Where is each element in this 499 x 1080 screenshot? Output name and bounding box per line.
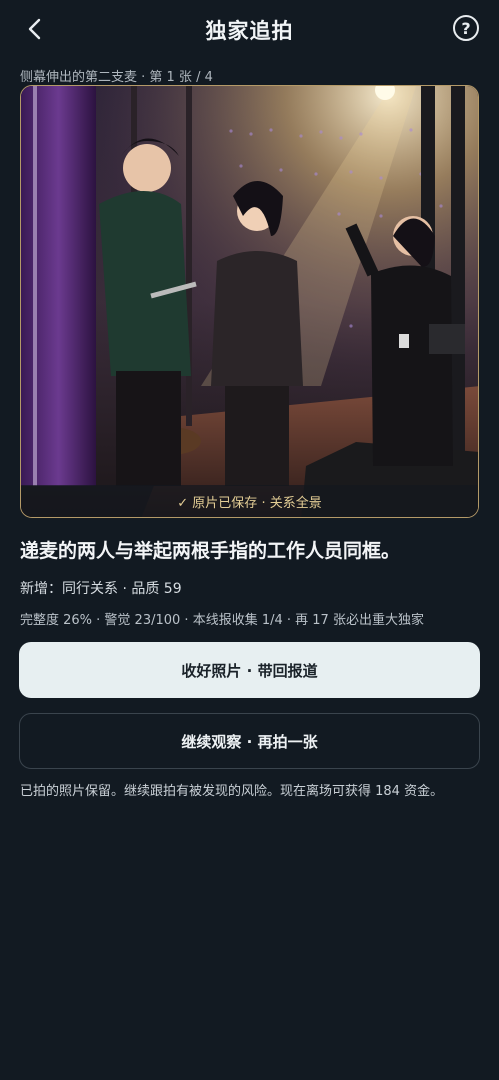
risk-note: 已拍的照片保留。继续跟拍有被发现的风险。现在离场可获得 184 资金。 xyxy=(20,784,444,799)
stage-photo xyxy=(21,86,478,517)
question-circle-icon: ? xyxy=(461,18,471,38)
new-gain-line: 新增：同行关系 · 品质 59 xyxy=(20,581,182,597)
continue-shooting-button[interactable]: 继续观察 · 再拍一张 xyxy=(19,713,480,769)
page-title: 独家追拍 xyxy=(205,19,294,43)
photo-headline: 递麦的两人与举起两根手指的工作人员同框。 xyxy=(20,540,401,562)
help-button[interactable]: ? xyxy=(453,15,479,41)
top-bar: 独家追拍 ? xyxy=(0,0,499,60)
progress-stats-line: 完整度 26% · 警觉 23/100 · 本线报收集 1/4 · 再 17 张… xyxy=(20,613,424,628)
back-button[interactable] xyxy=(18,12,52,46)
photo-status-banner: ✓ 原片已保存 · 关系全景 xyxy=(21,485,478,517)
photo-card[interactable]: ✓ 原片已保存 · 关系全景 xyxy=(20,85,479,518)
chevron-left-icon xyxy=(28,18,41,40)
photo-caption: 侧幕伸出的第二支麦 · 第 1 张 / 4 xyxy=(20,70,213,85)
keep-photo-button[interactable]: 收好照片 · 带回报道 xyxy=(19,642,480,698)
